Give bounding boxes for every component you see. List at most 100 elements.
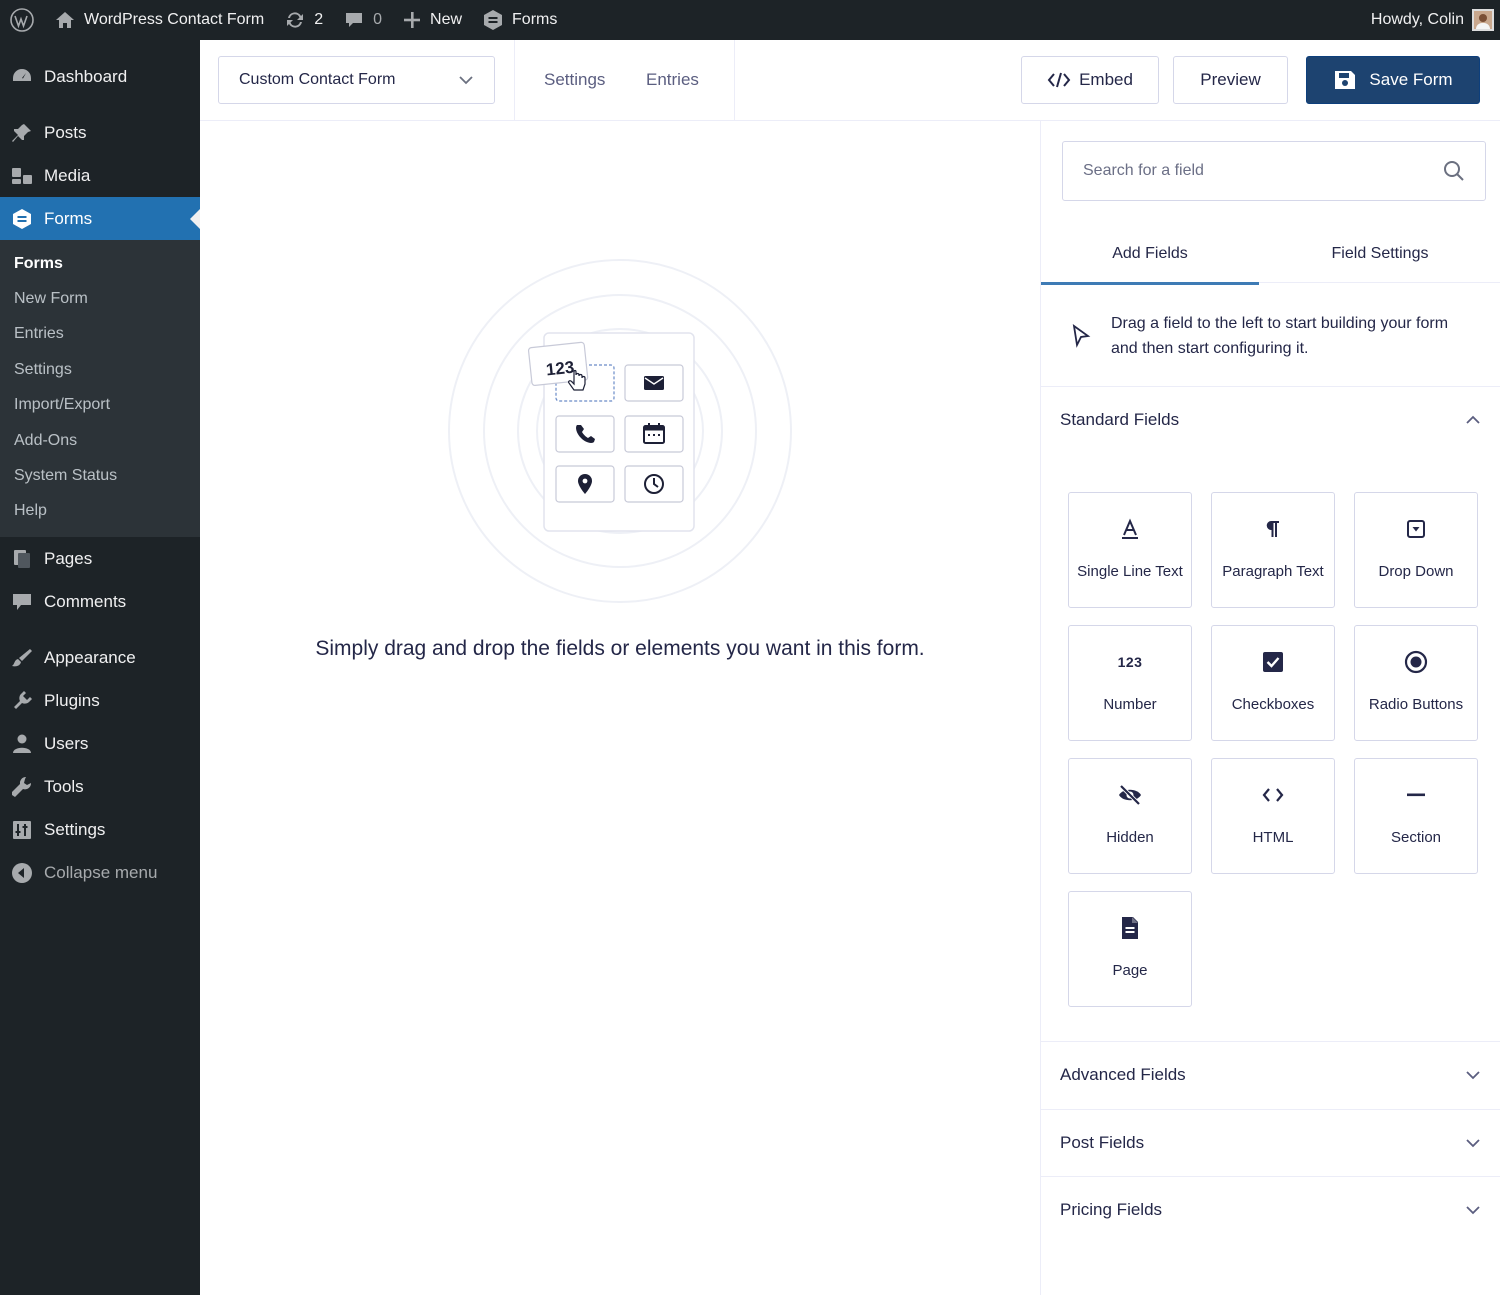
section-title: Standard Fields: [1060, 409, 1180, 429]
collapse-icon: [12, 862, 32, 883]
plugin-icon: [14, 690, 32, 709]
menu-label: Forms: [44, 208, 93, 228]
menu-settings[interactable]: Settings: [0, 808, 200, 851]
post-fields-header[interactable]: Post Fields: [1041, 1109, 1500, 1176]
field-label: Radio Buttons: [1368, 696, 1464, 713]
submenu-new-form[interactable]: New Form: [0, 281, 200, 316]
field-page[interactable]: Page: [1068, 891, 1192, 1007]
tab-label: Field Settings: [1331, 245, 1429, 262]
field-section[interactable]: Section: [1354, 758, 1478, 874]
comment-icon: [13, 593, 31, 610]
chevron-down-icon: [1466, 1205, 1480, 1214]
submenu-system-status[interactable]: System Status: [0, 458, 200, 493]
submenu-settings[interactable]: Settings: [0, 352, 200, 387]
dropdown-icon: [1407, 520, 1425, 538]
menu-forms[interactable]: Forms: [0, 197, 200, 240]
field-label: Single Line Text: [1077, 563, 1183, 580]
submenu-forms[interactable]: Forms: [0, 246, 200, 281]
field-html[interactable]: HTML: [1211, 758, 1335, 874]
menu-plugins[interactable]: Plugins: [0, 679, 200, 722]
tab-label: Add Fields: [1112, 245, 1188, 262]
form-editor-toolbar: Custom Contact Form Settings Entries Emb…: [200, 40, 1500, 121]
menu-pages[interactable]: Pages: [0, 537, 200, 580]
menu-users[interactable]: Users: [0, 722, 200, 765]
drag-hint: Drag a field to the left to start buildi…: [1041, 285, 1500, 387]
paragraph-icon: [1266, 521, 1279, 537]
advanced-fields-header[interactable]: Advanced Fields: [1041, 1041, 1500, 1108]
empty-canvas-message: Simply drag and drop the fields or eleme…: [315, 637, 925, 660]
greeting: Howdy, Colin: [1370, 11, 1464, 28]
section-title: Post Fields: [1060, 1132, 1145, 1152]
media-icon: [12, 167, 32, 184]
menu-comments[interactable]: Comments: [0, 580, 200, 623]
updates-link[interactable]: 2: [274, 0, 333, 40]
save-label: Save Form: [1369, 70, 1453, 89]
dashboard-icon: [13, 68, 31, 81]
empty-form-illustration: [448, 259, 792, 603]
collapse-menu-button[interactable]: Collapse menu: [0, 851, 200, 894]
pricing-fields-header[interactable]: Pricing Fields: [1041, 1176, 1500, 1243]
chevron-down-icon: [1466, 1070, 1480, 1079]
field-single-line-text[interactable]: Single Line Text: [1068, 492, 1192, 608]
preview-button[interactable]: Preview: [1173, 56, 1288, 104]
standard-fields-header[interactable]: Standard Fields: [1041, 386, 1500, 453]
drag-hint-text: Drag a field to the left to start buildi…: [1111, 314, 1449, 357]
form-canvas-dropzone[interactable]: 123 Simply drag and drop the fields or e…: [200, 121, 1040, 1295]
user-icon: [13, 734, 31, 753]
field-checkboxes[interactable]: Checkboxes: [1211, 625, 1335, 741]
updates-count: 2: [314, 11, 324, 28]
menu-label: Dashboard: [44, 66, 128, 86]
search-icon[interactable]: [1443, 160, 1465, 182]
embed-label: Embed: [1079, 70, 1133, 89]
menu-dashboard[interactable]: Dashboard: [0, 55, 200, 98]
field-radio-buttons[interactable]: Radio Buttons: [1354, 625, 1478, 741]
menu-media[interactable]: Media: [0, 154, 200, 197]
tab-add-fields[interactable]: Add Fields: [1041, 225, 1259, 285]
field-sidebar-panel: Add Fields Field Settings Drag a field t…: [1040, 121, 1500, 1295]
menu-appearance[interactable]: Appearance: [0, 636, 200, 679]
menu-posts[interactable]: Posts: [0, 111, 200, 154]
field-number[interactable]: 123 Number: [1068, 625, 1192, 741]
forms-submenu: Forms New Form Entries Settings Import/E…: [0, 240, 200, 538]
submenu-import-export[interactable]: Import/Export: [0, 388, 200, 423]
section-title: Pricing Fields: [1060, 1199, 1163, 1219]
save-form-button[interactable]: Save Form: [1306, 56, 1480, 104]
site-name-link[interactable]: WordPress Contact Form: [44, 0, 274, 40]
field-label: Paragraph Text: [1222, 563, 1324, 580]
entries-link[interactable]: Entries: [646, 70, 699, 90]
toolbar-divider: [514, 40, 515, 120]
text-icon: [1122, 518, 1138, 539]
field-hidden[interactable]: Hidden: [1068, 758, 1192, 874]
eye-slash-icon: [1119, 784, 1141, 806]
save-icon: [1335, 71, 1356, 89]
plus-icon: [404, 12, 421, 28]
submenu-help[interactable]: Help: [0, 494, 200, 529]
forms-admin-link[interactable]: Forms: [472, 0, 567, 40]
new-label: New: [430, 11, 463, 28]
embed-button[interactable]: Embed: [1021, 56, 1159, 104]
chevron-down-icon: [1466, 1138, 1480, 1147]
new-content-link[interactable]: New: [392, 0, 472, 40]
account-menu[interactable]: Howdy, Colin: [1361, 0, 1500, 40]
code-icon: [1047, 72, 1071, 88]
pin-icon: [12, 123, 31, 142]
wordpress-icon: [10, 8, 34, 32]
field-search-input[interactable]: [1083, 162, 1443, 180]
wordpress-logo-button[interactable]: [0, 0, 44, 40]
toolbar-divider: [734, 40, 735, 120]
field-label: HTML: [1252, 829, 1294, 846]
radio-icon: [1404, 650, 1428, 674]
field-paragraph-text[interactable]: Paragraph Text: [1211, 492, 1335, 608]
field-drop-down[interactable]: Drop Down: [1354, 492, 1478, 608]
menu-label: Users: [44, 733, 89, 753]
checkbox-icon: [1263, 652, 1283, 672]
comments-link[interactable]: 0: [333, 0, 392, 40]
tab-field-settings[interactable]: Field Settings: [1259, 225, 1500, 283]
menu-label: Appearance: [44, 647, 136, 667]
form-switcher-dropdown[interactable]: Custom Contact Form: [218, 56, 495, 104]
menu-tools[interactable]: Tools: [0, 765, 200, 808]
settings-link[interactable]: Settings: [544, 70, 605, 90]
submenu-add-ons[interactable]: Add-Ons: [0, 423, 200, 458]
submenu-entries[interactable]: Entries: [0, 317, 200, 352]
page-icon: [1122, 917, 1138, 939]
